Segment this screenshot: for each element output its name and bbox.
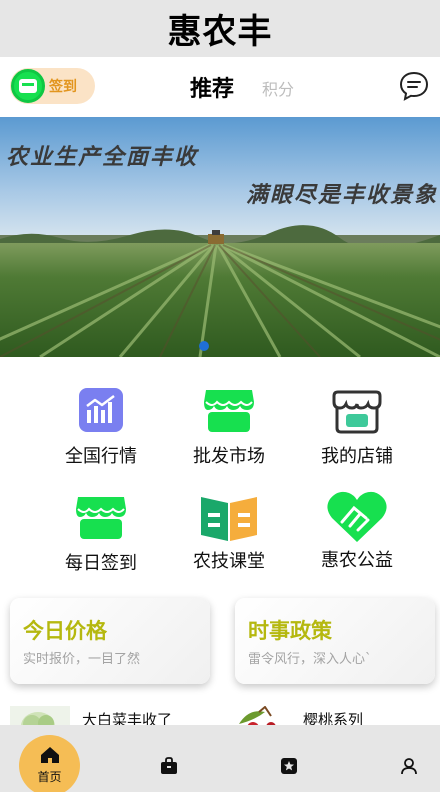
grid-item-farming-class[interactable]: 农技课堂 [169, 493, 289, 573]
grid-label: 农技课堂 [193, 551, 265, 572]
card-subtitle: 雷令风行，深入人心` [248, 652, 372, 667]
grid-label: 批发市场 [193, 446, 265, 467]
card-subtitle: 实时报价，一目了然 [23, 652, 141, 667]
app-title: 惠农丰 [167, 12, 273, 52]
storefront-icon [204, 390, 254, 432]
card-today-price[interactable]: 今日价格 实时报价，一目了然 [10, 598, 210, 684]
checkin-label: 签到 [49, 79, 77, 95]
storefront-icon [76, 497, 126, 539]
user-icon[interactable] [400, 757, 418, 775]
home-icon [40, 747, 59, 763]
grid-label: 全国行情 [65, 446, 137, 467]
bar-chart-icon [79, 388, 123, 432]
carousel-indicator-dot[interactable] [199, 341, 209, 351]
grid-item-my-shop[interactable]: 我的店铺 [297, 388, 417, 468]
top-nav: 签到 推荐 积分 [0, 57, 440, 117]
tab-home-label: 首页 [37, 770, 62, 784]
grid-label: 每日签到 [65, 553, 137, 574]
tab-recommend[interactable]: 推荐 [190, 71, 234, 103]
card-current-policy[interactable]: 时事政策 雷令风行，深入人心` [235, 598, 435, 684]
grid-label: 惠农公益 [321, 550, 393, 571]
banner-caption-1: 农业生产全面丰收 [6, 144, 199, 170]
bottom-tab-bar: 首页 [0, 725, 440, 792]
heart-hands-icon [327, 491, 387, 542]
card-title: 今日价格 [23, 619, 107, 643]
my-shop-icon [332, 390, 382, 434]
grid-item-wholesale-market[interactable]: 批发市场 [169, 388, 289, 468]
star-icon[interactable] [280, 757, 298, 775]
banner-carousel[interactable]: 农业生产全面丰收 满眼尽是丰收景象 [0, 117, 440, 357]
card-title: 时事政策 [248, 619, 332, 643]
calendar-badge-icon [11, 69, 45, 103]
checkin-button[interactable]: 签到 [10, 68, 95, 104]
app-title-bar: 惠农丰 [0, 0, 440, 57]
chat-bubble-icon[interactable] [398, 70, 430, 102]
grid-item-daily-checkin[interactable]: 每日签到 [41, 495, 161, 575]
grid-label: 我的店铺 [321, 446, 393, 467]
tab-home[interactable]: 首页 [19, 735, 80, 792]
bag-icon[interactable] [160, 757, 178, 775]
grid-item-charity[interactable]: 惠农公益 [297, 488, 417, 572]
banner-caption-2: 满眼尽是丰收景象 [245, 182, 438, 208]
tab-points[interactable]: 积分 [262, 76, 294, 100]
open-book-icon [201, 497, 257, 541]
grid-item-market-quotes[interactable]: 全国行情 [41, 388, 161, 468]
